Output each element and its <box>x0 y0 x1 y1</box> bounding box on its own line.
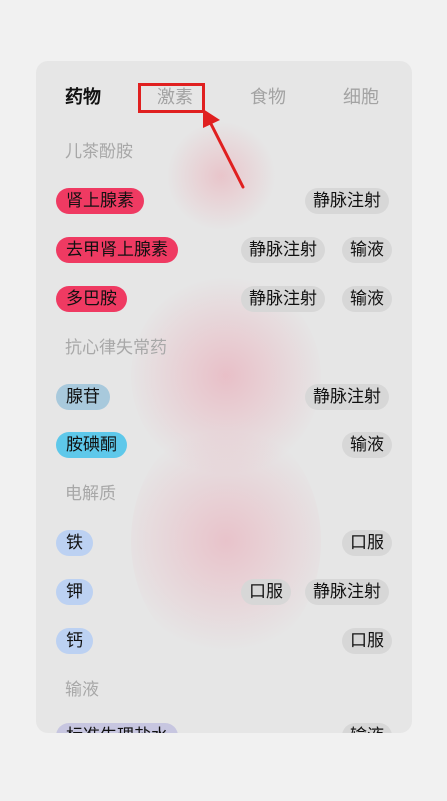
drug-item-iron[interactable]: 铁 <box>56 530 93 556</box>
drug-item-adenosine[interactable]: 腺苷 <box>56 384 110 410</box>
tab-cells[interactable]: 细胞 <box>331 83 391 113</box>
drug-item-potassium[interactable]: 钾 <box>56 579 93 605</box>
section-title-electrolytes: 电解质 <box>65 484 116 504</box>
drug-item-normal-saline[interactable]: 标准生理盐水 <box>56 723 178 733</box>
tab-drugs[interactable]: 药物 <box>53 83 113 113</box>
section-title-catecholamines: 儿茶酚胺 <box>65 142 133 162</box>
tab-food[interactable]: 食物 <box>238 83 298 113</box>
section-title-infusions: 输液 <box>65 680 99 700</box>
background-blur <box>131 421 321 661</box>
section-title-antiarrhythmics: 抗心律失常药 <box>65 338 167 358</box>
route-tag-infusion[interactable]: 输液 <box>342 237 392 263</box>
drug-item-amiodarone[interactable]: 胺碘酮 <box>56 432 127 458</box>
drug-item-calcium[interactable]: 钙 <box>56 628 93 654</box>
background-blur <box>166 121 276 231</box>
category-tabs: 药物 激素 食物 细胞 <box>36 83 412 113</box>
route-tag-infusion[interactable]: 输液 <box>342 723 392 733</box>
route-tag-oral[interactable]: 口服 <box>342 530 392 556</box>
drug-item-dopamine[interactable]: 多巴胺 <box>56 286 127 312</box>
route-tag-iv[interactable]: 静脉注射 <box>241 237 325 263</box>
drug-list-card: 药物 激素 食物 细胞 儿茶酚胺 肾上腺素 静脉注射 去甲肾上腺素 静脉注射 输… <box>36 61 412 733</box>
route-tag-iv[interactable]: 静脉注射 <box>305 384 389 410</box>
route-tag-iv[interactable]: 静脉注射 <box>241 286 325 312</box>
route-tag-infusion[interactable]: 输液 <box>342 286 392 312</box>
route-tag-iv[interactable]: 静脉注射 <box>305 188 389 214</box>
route-tag-iv[interactable]: 静脉注射 <box>305 579 389 605</box>
highlight-box <box>138 83 205 113</box>
route-tag-oral[interactable]: 口服 <box>241 579 291 605</box>
route-tag-infusion[interactable]: 输液 <box>342 432 392 458</box>
drug-item-norepinephrine[interactable]: 去甲肾上腺素 <box>56 237 178 263</box>
route-tag-oral[interactable]: 口服 <box>342 628 392 654</box>
drug-item-epinephrine[interactable]: 肾上腺素 <box>56 188 144 214</box>
